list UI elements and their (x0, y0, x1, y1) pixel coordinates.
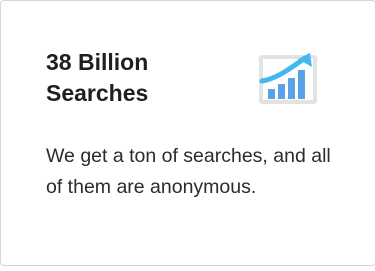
card-title: 38 Billion Searches (46, 49, 149, 106)
feature-card: 38 Billion Searches We get a ton of sear… (0, 0, 375, 266)
card-description: We get a ton of searches, and all of the… (46, 145, 331, 198)
